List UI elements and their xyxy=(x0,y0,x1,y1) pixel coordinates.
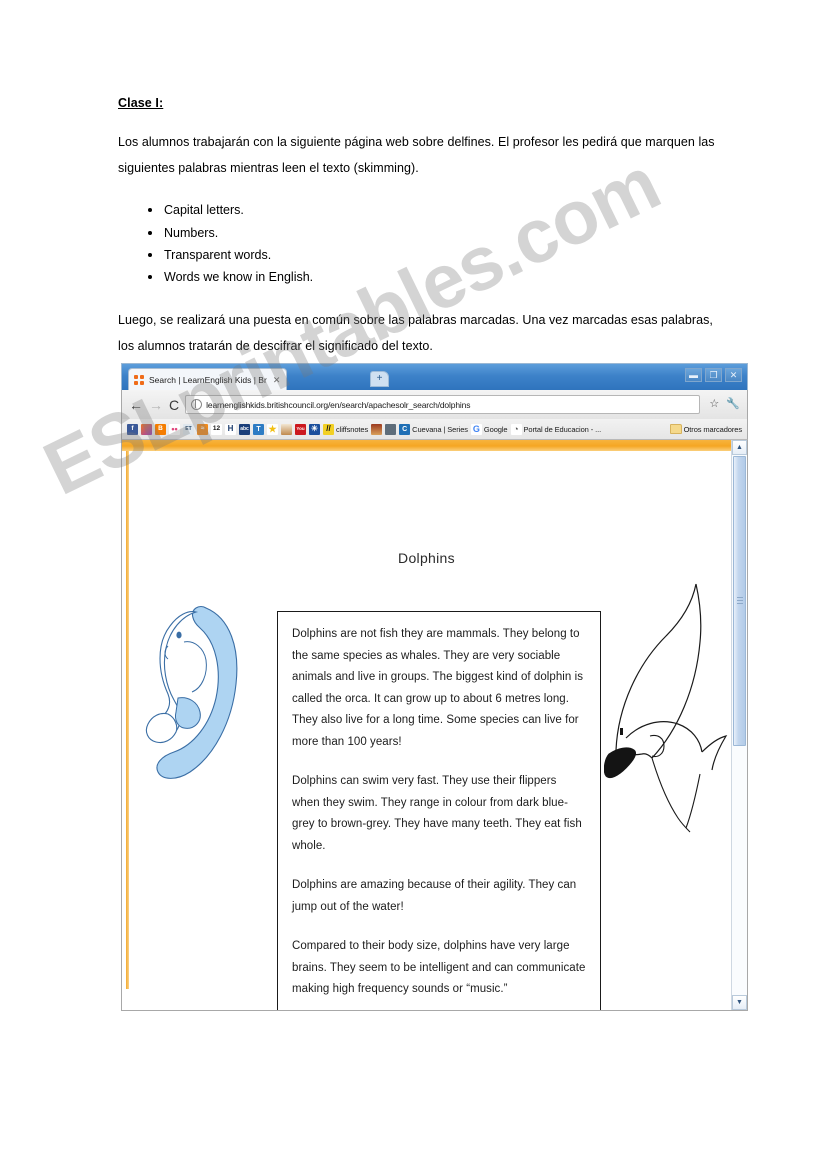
bookmark-item-cliffsnotes[interactable]: // cliffsnotes xyxy=(323,423,369,435)
bookmark-item[interactable]: You xyxy=(295,423,306,435)
bookmark-label: cliffsnotes xyxy=(336,424,369,434)
blogger-icon: B xyxy=(155,423,166,435)
bookmark-label: Portal de Educacion - ... xyxy=(523,424,602,434)
browser-title-bar: Search | LearnEnglish Kids | Br ✕ + ▬ ❐ … xyxy=(121,363,748,390)
forward-icon[interactable]: → xyxy=(149,398,163,412)
et-icon: ET xyxy=(183,423,194,435)
folder-icon xyxy=(669,424,682,434)
british-council-favicon-icon xyxy=(134,374,145,386)
maximize-button[interactable]: ❐ xyxy=(705,368,722,382)
grey-icon xyxy=(385,423,397,435)
cuevana-icon: C xyxy=(399,423,411,435)
site-accent-bar xyxy=(122,440,731,451)
close-window-button[interactable]: ✕ xyxy=(725,368,742,382)
bookmark-item[interactable]: ✳ xyxy=(309,423,320,435)
browser-tab-title: Search | LearnEnglish Kids | Br xyxy=(149,375,267,385)
page-paragraph: Compared to their body size, dolphins ha… xyxy=(292,940,586,995)
address-bar[interactable]: learnenglishkids.britishcouncil.org/en/s… xyxy=(185,395,701,414)
h-icon: H xyxy=(225,423,236,435)
page-paragraph: Dolphins can swim very fast. They use th… xyxy=(292,775,582,852)
vertical-scrollbar[interactable]: ▲ ▼ xyxy=(731,440,747,1010)
site-accent-rail xyxy=(126,451,129,989)
abc-icon: abc xyxy=(239,423,250,435)
scrollbar-grip-icon xyxy=(737,597,743,605)
dots-icon: •• xyxy=(169,423,180,435)
bookmark-item[interactable]: ≈ xyxy=(197,423,208,435)
list-item: Numbers. xyxy=(148,222,718,244)
close-tab-icon[interactable]: ✕ xyxy=(273,375,281,386)
bookmark-item[interactable]: abc xyxy=(239,423,250,435)
window-controls: ▬ ❐ ✕ xyxy=(685,368,742,382)
google-icon: G xyxy=(470,423,482,435)
reload-icon[interactable]: C xyxy=(169,398,179,412)
worksheet-heading: Clase I: xyxy=(118,96,164,110)
back-icon[interactable]: ← xyxy=(129,398,143,412)
bookmark-star-icon[interactable]: ☆ xyxy=(709,399,719,410)
portal-educacion-icon: ◔ xyxy=(510,423,522,435)
worksheet-body: Clase I: Los alumnos trabajarán con la s… xyxy=(118,96,718,378)
bookmark-item[interactable]: B xyxy=(155,423,166,435)
list-item: Words we know in English. xyxy=(148,266,718,288)
other-bookmarks-folder[interactable]: Otros marcadores xyxy=(669,424,743,434)
browser-tab-learnenglish[interactable]: Search | LearnEnglish Kids | Br ✕ xyxy=(128,368,288,390)
bookmark-item[interactable]: ★ xyxy=(267,423,278,435)
worksheet-bullet-list: Capital letters. Numbers. Transparent wo… xyxy=(118,199,718,288)
asterisk-icon: ✳ xyxy=(309,423,320,435)
bookmark-item[interactable] xyxy=(281,423,292,435)
address-bar-url: learnenglishkids.britishcouncil.org/en/s… xyxy=(206,399,471,410)
star-yellow-icon: ★ xyxy=(267,423,278,435)
page-viewport: Dolphins Dolphins are not fish they are … xyxy=(121,440,748,1011)
red-brown-icon xyxy=(371,423,383,435)
list-item: Transparent words. xyxy=(148,244,718,266)
t-icon: T xyxy=(253,423,264,435)
bookmark-item[interactable]: 12 xyxy=(211,423,222,435)
bookmark-item-google[interactable]: G Google xyxy=(470,423,508,435)
person-icon xyxy=(281,423,292,435)
bookmark-item[interactable] xyxy=(371,423,383,435)
worksheet-outro-paragraph: Luego, se realizará una puesta en común … xyxy=(118,313,713,353)
bookmark-label: Google xyxy=(483,424,508,434)
bookmark-item[interactable]: H xyxy=(225,423,236,435)
bookmark-item[interactable]: ET xyxy=(183,423,194,435)
bookmark-item[interactable] xyxy=(141,423,152,435)
bookmark-item-portal-educacion[interactable]: ◔ Portal de Educacion - ... xyxy=(510,423,602,435)
list-item: Capital letters. xyxy=(148,199,718,221)
bookmark-item[interactable]: f xyxy=(127,423,138,435)
page-title: Dolphins xyxy=(398,550,455,566)
bookmark-label: Cuevana | Series xyxy=(412,424,468,434)
wrench-menu-icon[interactable]: 🔧 xyxy=(726,399,740,410)
colorful-icon xyxy=(141,423,152,435)
page-paragraph: Dolphins are amazing because of their ag… xyxy=(292,879,577,913)
bookmark-item[interactable]: •• xyxy=(169,423,180,435)
bookmarks-bar: f B •• ET ≈ 12 H abc T ★ You ✳ // cliffs… xyxy=(121,419,748,440)
rss-icon: ≈ xyxy=(197,423,208,435)
bookmark-item[interactable]: T xyxy=(253,423,264,435)
line-art-dolphin-illustration xyxy=(604,583,728,833)
new-tab-button[interactable]: + xyxy=(370,371,389,387)
youtube-icon: You xyxy=(295,423,306,435)
facebook-icon: f xyxy=(127,423,138,435)
scrollbar-thumb[interactable] xyxy=(733,456,746,746)
twelve-icon: 12 xyxy=(211,423,222,435)
page-paragraph: Dolphins are not fish they are mammals. … xyxy=(292,628,584,748)
bookmark-item[interactable] xyxy=(385,423,397,435)
scroll-up-arrow-icon[interactable]: ▲ xyxy=(732,440,747,455)
other-bookmarks-label: Otros marcadores xyxy=(683,424,743,434)
browser-window-screenshot: Search | LearnEnglish Kids | Br ✕ + ▬ ❐ … xyxy=(121,363,748,1011)
dolphins-text-box: Dolphins are not fish they are mammals. … xyxy=(277,611,601,1010)
bookmark-item-cuevana[interactable]: C Cuevana | Series xyxy=(399,423,468,435)
worksheet-intro-paragraph: Los alumnos trabajarán con la siguiente … xyxy=(118,135,715,175)
scroll-down-arrow-icon[interactable]: ▼ xyxy=(732,995,747,1010)
globe-icon xyxy=(191,399,203,410)
blue-dolphin-illustration xyxy=(145,605,238,779)
minimize-button[interactable]: ▬ xyxy=(685,368,702,382)
browser-toolbar: ← → C learnenglishkids.britishcouncil.or… xyxy=(121,390,748,419)
cliffsnotes-icon: // xyxy=(323,423,334,435)
